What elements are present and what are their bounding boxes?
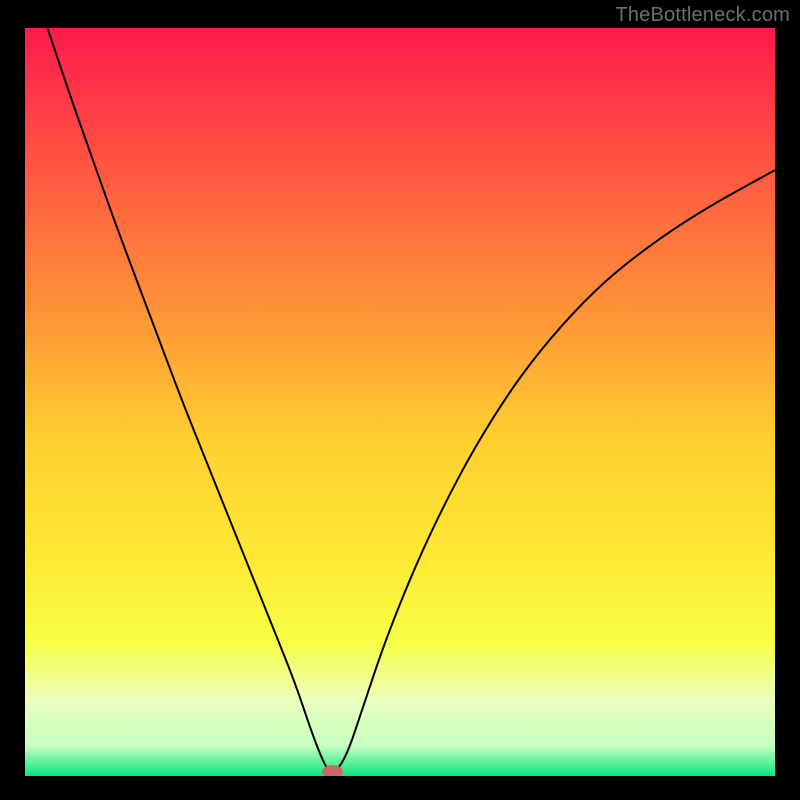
plot-area [25,28,775,776]
gradient-background [25,28,775,776]
watermark-text: TheBottleneck.com [615,4,790,27]
chart-container: TheBottleneck.com [0,0,800,800]
chart-svg [25,28,775,776]
